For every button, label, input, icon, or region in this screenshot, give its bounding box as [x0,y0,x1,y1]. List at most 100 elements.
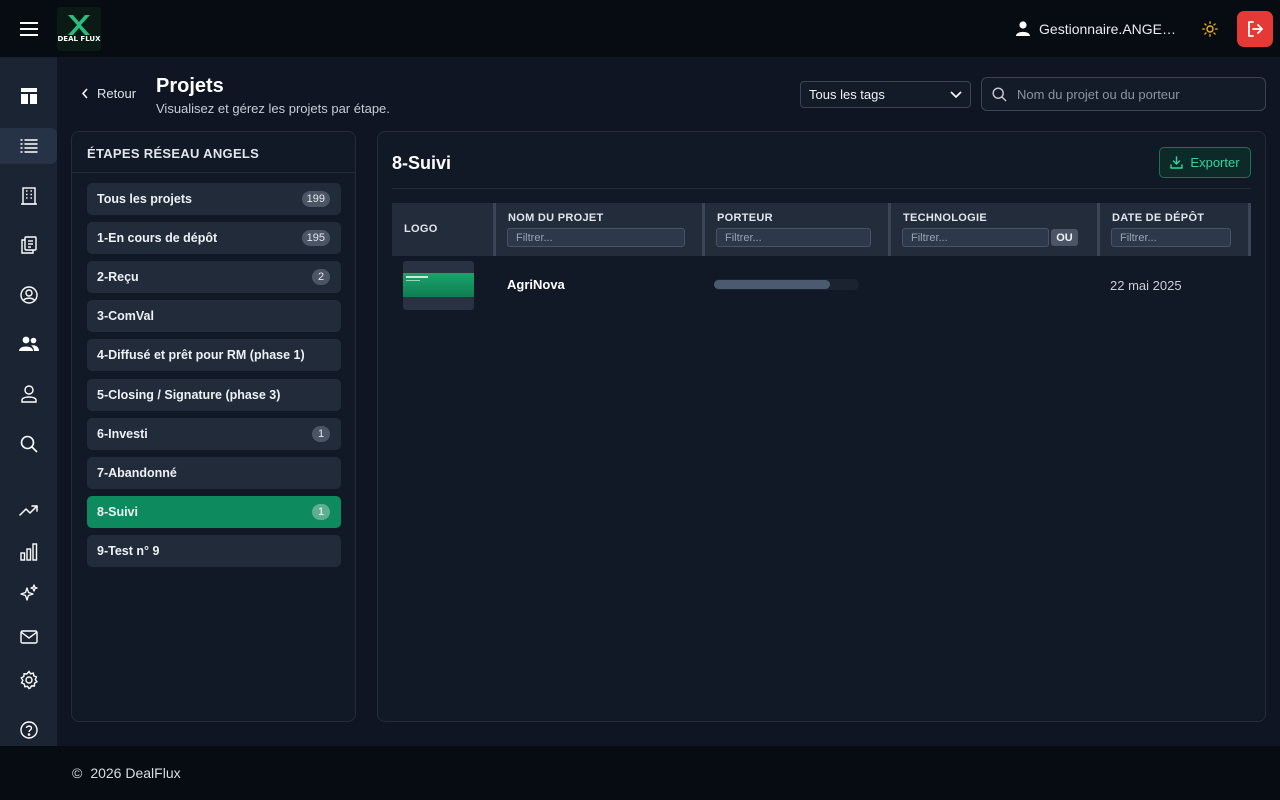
stage-label: 2-Reçu [97,270,139,285]
sidebar-item-companies[interactable] [0,178,57,214]
search-box [981,77,1266,111]
divider [392,188,1251,189]
table-header: LOGO NOM DU PROJET PORTEUR TECHNOLOGIE O… [392,203,1251,256]
stage-count-badge: 2 [312,269,330,286]
stage-item[interactable]: 8-Suivi 1 [87,495,341,528]
stage-label: 5-Closing / Signature (phase 3) [97,387,281,402]
sparkles-icon [19,584,38,601]
tags-select[interactable]: Tous les tags [800,81,971,108]
project-logo [403,261,474,310]
sidebar-item-projects[interactable] [0,128,57,164]
sidebar-item-help[interactable] [0,712,57,748]
project-date: 22 mai 2025 [1110,278,1182,293]
bar-chart-icon [19,543,37,561]
stage-count-badge: 1 [312,425,330,442]
user-menu[interactable]: Gestionnaire.ANGE… [1016,21,1176,37]
sun-icon [1202,20,1218,37]
search-input[interactable] [1017,86,1247,102]
column-technologie: TECHNOLOGIE OU [891,203,1100,256]
stage-item[interactable]: 2-Reçu 2 [87,261,341,294]
stage-label: 9-Test n° 9 [97,543,160,558]
column-date: DATE DE DÉPÔT [1100,203,1251,256]
filter-technologie-input[interactable] [902,228,1049,247]
stage-label: 3-ComVal [97,309,154,324]
stage-label: 6-Investi [97,426,148,441]
mail-icon [19,630,38,644]
sidebar-item-search[interactable] [0,426,57,462]
menu-icon[interactable] [0,0,57,57]
copyright-symbol: © [72,765,83,781]
logo-x-icon [68,15,90,35]
settings-icon [19,670,38,690]
sidebar-item-settings[interactable] [0,662,57,698]
chevron-down-icon [950,90,962,98]
stage-item[interactable]: 9-Test n° 9 [87,534,341,567]
sidebar-item-ai[interactable] [0,575,57,611]
stage-label: Tous les projets [97,192,192,206]
stage-item[interactable]: 4-Diffusé et prêt pour RM (phase 1) [87,339,341,372]
sidebar-item-dashboard[interactable] [0,78,57,114]
stages-panel: ÉTAPES RÉSEAU ANGELS Tous les projets 199… [71,131,356,722]
app-logo[interactable]: DEAL FLUX [57,6,101,51]
sidebar-item-account[interactable] [0,277,57,313]
stage-item[interactable]: 1-En cours de dépôt 195 [87,222,341,255]
footer-text: 2026 DealFlux [90,765,181,781]
column-resizer[interactable] [1248,203,1251,256]
stage-count-badge: 195 [301,230,330,247]
stage-item[interactable]: 6-Investi 1 [87,417,341,450]
stage-count-badge: 199 [301,191,330,207]
column-porteur-label: PORTEUR [717,212,773,224]
stage-label: 8-Suivi [97,504,138,519]
or-toggle-button[interactable]: OU [1051,229,1078,246]
back-link[interactable]: Retour [81,86,136,101]
user-icon [1016,21,1031,36]
person-icon [20,385,37,403]
projects-panel: 8-Suivi Exporter LOGO NOM DU PROJET PORT… [377,131,1266,722]
stage-title: 8-Suivi [392,153,452,173]
logout-button[interactable] [1237,10,1273,47]
filter-date-input[interactable] [1111,228,1231,247]
download-icon [1170,156,1184,169]
top-bar: DEAL FLUX Gestionnaire.ANGE… [0,0,1280,57]
footer: © 2026 DealFlux [0,746,1280,800]
column-logo: LOGO [392,203,496,256]
column-name: NOM DU PROJET [496,203,705,256]
users-icon [18,336,39,351]
export-label: Exporter [1190,155,1240,170]
filter-name-input[interactable] [507,228,685,247]
user-circle-icon [19,286,38,304]
sidebar-item-members[interactable] [0,326,57,362]
theme-toggle[interactable] [1198,17,1222,41]
column-logo-label: LOGO [404,223,438,235]
sidebar-item-trends[interactable] [0,492,57,528]
stage-item[interactable]: 3-ComVal [87,300,341,333]
column-porteur: PORTEUR [705,203,891,256]
sidebar-item-stats[interactable] [0,534,57,570]
trending-up-icon [18,505,38,516]
stage-label: 4-Diffusé et prêt pour RM (phase 1) [97,348,305,363]
column-technologie-label: TECHNOLOGIE [903,212,987,224]
stage-item[interactable]: 5-Closing / Signature (phase 3) [87,378,341,411]
page-subtitle: Visualisez et gérez les projets par étap… [156,101,390,116]
stage-count-badge: 1 [312,503,330,520]
stage-item[interactable]: 7-Abandonné [87,456,341,489]
user-name: Gestionnaire.ANGE… [1039,20,1176,37]
sidebar-item-mail[interactable] [0,619,57,655]
building-icon [20,187,37,205]
project-name[interactable]: AgriNova [507,277,565,292]
stages-title: ÉTAPES RÉSEAU ANGELS [72,132,355,173]
logo-text: DEAL FLUX [57,35,101,43]
filter-porteur-input[interactable] [716,228,871,247]
sidebar [0,57,57,746]
porteur-bar [714,280,830,289]
column-date-label: DATE DE DÉPÔT [1112,212,1205,224]
sidebar-item-profile[interactable] [0,376,57,412]
table-row[interactable]: AgriNova 22 mai 2025 [392,256,1251,313]
stage-label: 7-Abandonné [97,465,177,480]
page-title: Projets [156,75,224,97]
sidebar-item-documents[interactable] [0,227,57,263]
export-button[interactable]: Exporter [1159,147,1251,178]
stage-item[interactable]: Tous les projets 199 [87,183,341,215]
help-icon [19,721,38,739]
chevron-left-icon [81,88,88,99]
